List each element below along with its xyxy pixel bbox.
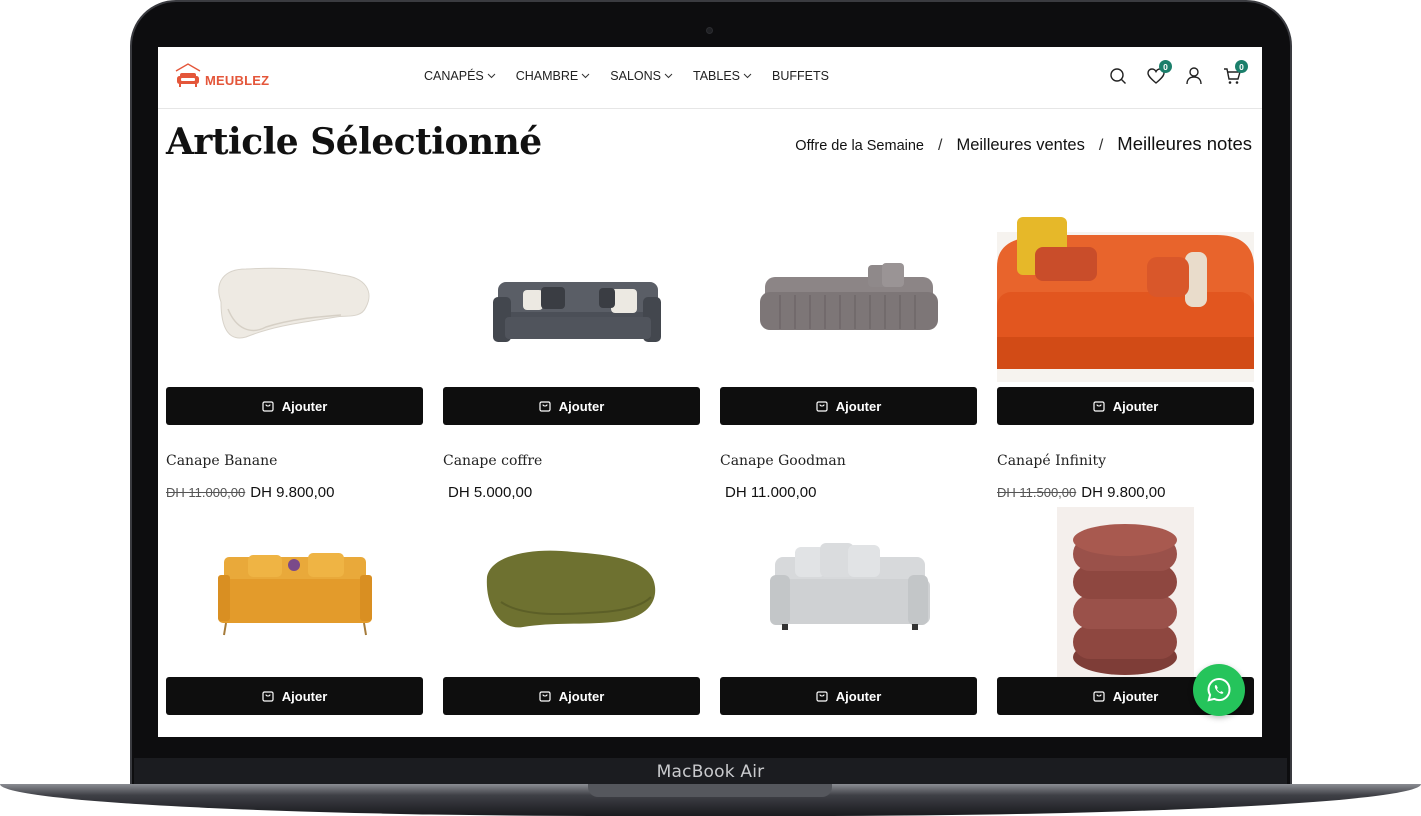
brand-name: MEUBLEZ — [205, 72, 270, 88]
laptop-chin: MacBook Air — [134, 758, 1287, 785]
chevron-down-icon — [487, 73, 496, 79]
product-image[interactable] — [443, 507, 700, 677]
add-label: Ajouter — [1112, 688, 1159, 704]
cart-button[interactable]: 0 — [1222, 60, 1248, 87]
tab-meilleures-notes[interactable]: Meilleures notes — [1117, 133, 1252, 155]
whatsapp-icon — [1207, 677, 1231, 702]
shopping-bag-icon — [816, 691, 828, 702]
add-label: Ajouter — [281, 398, 328, 414]
nav-label: SALONS — [610, 69, 661, 83]
shopping-bag-icon — [1093, 691, 1105, 702]
add-label: Ajouter — [835, 398, 882, 414]
search-button[interactable] — [1108, 65, 1128, 87]
wishlist-button[interactable]: 0 — [1146, 60, 1172, 87]
cart-count-badge: 0 — [1235, 60, 1248, 73]
brand-logo[interactable]: MEUBLEZ — [173, 61, 269, 91]
product-price: DH 11.500,00 DH 9.800,00 — [997, 484, 1166, 501]
product-price: DH 5.000,00 — [443, 484, 532, 501]
nav-label: TABLES — [692, 69, 740, 83]
account-button[interactable] — [1184, 65, 1204, 87]
wishlist-count-badge: 0 — [1159, 60, 1172, 73]
current-price: DH 9.800,00 — [1081, 484, 1166, 501]
shopping-bag-icon — [539, 691, 551, 702]
main-nav: CANAPÉS CHAMBRE SALONS TABLES BUFFETS — [424, 69, 829, 83]
add-to-cart-button[interactable]: Ajouter — [720, 387, 977, 425]
add-label: Ajouter — [558, 688, 605, 704]
whatsapp-button[interactable] — [1193, 664, 1245, 716]
camera-icon — [706, 27, 713, 34]
product-price: DH 11.000,00 DH 9.800,00 — [166, 484, 335, 501]
add-to-cart-button[interactable]: Ajouter — [443, 387, 700, 425]
shopping-bag-icon — [262, 691, 274, 702]
tab-separator: / — [1098, 137, 1104, 154]
product-image[interactable] — [166, 197, 423, 387]
chevron-down-icon — [581, 73, 590, 79]
add-to-cart-button[interactable]: Ajouter — [443, 677, 700, 715]
chevron-down-icon — [664, 73, 673, 79]
product-name[interactable]: Canape coffre — [443, 453, 542, 469]
add-to-cart-button[interactable]: Ajouter — [166, 387, 423, 425]
nav-item-chambre[interactable]: CHAMBRE — [516, 69, 591, 83]
shopping-bag-icon — [816, 401, 828, 412]
search-icon — [1110, 68, 1126, 84]
add-to-cart-button[interactable]: Ajouter — [166, 677, 423, 715]
nav-item-buffets[interactable]: BUFFETS — [772, 69, 829, 83]
product-name[interactable]: Canapé Infinity — [997, 453, 1106, 469]
nav-label: CANAPÉS — [424, 69, 484, 83]
section-header: Article Sélectionné Offre de la Semaine … — [158, 109, 1262, 189]
nav-item-tables[interactable]: TABLES — [693, 69, 752, 83]
product-image[interactable] — [720, 507, 977, 677]
screen: MEUBLEZ CANAPÉS CHAMBRE SALONS TABLES BU… — [158, 47, 1262, 737]
device-label: MacBook Air — [656, 761, 765, 782]
old-price: DH 11.000,00 — [166, 485, 246, 500]
current-price: DH 5.000,00 — [448, 484, 533, 501]
shopping-bag-icon — [539, 401, 551, 412]
laptop-frame: MacBook Air MEUBLEZ CANAPÉS CHAMBRE SALO… — [0, 0, 1421, 816]
add-to-cart-button[interactable]: Ajouter — [997, 387, 1254, 425]
nav-label: CHAMBRE — [515, 69, 579, 83]
add-label: Ajouter — [835, 688, 882, 704]
chevron-down-icon — [743, 73, 752, 79]
product-image[interactable] — [443, 197, 700, 387]
product-filter-tabs: Offre de la Semaine / Meilleures ventes … — [795, 133, 1252, 155]
product-name[interactable]: Canape Goodman — [720, 453, 846, 469]
product-image[interactable] — [720, 197, 977, 387]
product-image[interactable] — [997, 197, 1254, 387]
old-price: DH 11.500,00 — [997, 485, 1077, 500]
add-label: Ajouter — [281, 688, 328, 704]
user-icon — [1186, 67, 1202, 85]
site-header: MEUBLEZ CANAPÉS CHAMBRE SALONS TABLES BU… — [158, 47, 1262, 109]
add-label: Ajouter — [558, 398, 605, 414]
current-price: DH 9.800,00 — [250, 484, 335, 501]
nav-item-canapes[interactable]: CANAPÉS — [424, 69, 496, 83]
shopping-bag-icon — [262, 401, 274, 412]
product-image[interactable] — [166, 507, 423, 677]
laptop-notch — [588, 784, 832, 797]
page-title: Article Sélectionné — [166, 121, 542, 163]
add-to-cart-button[interactable]: Ajouter — [720, 677, 977, 715]
product-price: DH 11.000,00 — [720, 484, 816, 501]
nav-label: BUFFETS — [772, 69, 829, 83]
header-actions: 0 0 — [1108, 60, 1248, 87]
tab-offre-semaine[interactable]: Offre de la Semaine — [795, 138, 924, 154]
product-image[interactable] — [997, 507, 1254, 677]
product-name[interactable]: Canape Banane — [166, 453, 277, 469]
current-price: DH 11.000,00 — [725, 484, 817, 501]
add-label: Ajouter — [1112, 398, 1159, 414]
nav-item-salons[interactable]: SALONS — [610, 69, 673, 83]
sofa-logo-icon — [175, 63, 201, 87]
shopping-bag-icon — [1093, 401, 1105, 412]
tab-separator: / — [938, 137, 943, 154]
tab-meilleures-ventes[interactable]: Meilleures ventes — [956, 136, 1084, 155]
